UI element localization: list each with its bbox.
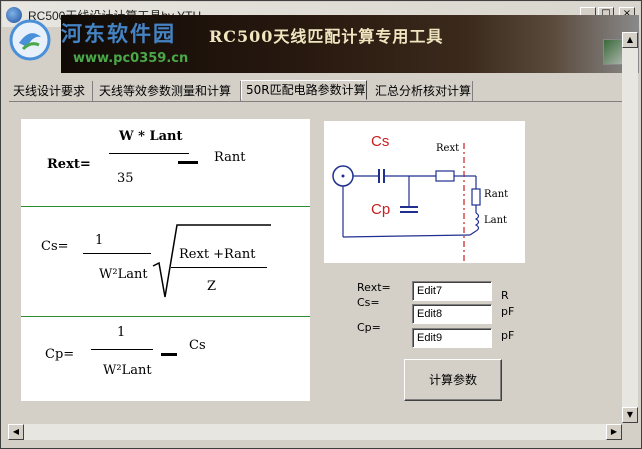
scroll-up-button[interactable]: ▲ [622,32,638,48]
cp-label: Cp= [357,321,381,334]
circuit-rext-label: Rext [436,143,460,154]
app-window: RC500天线设计计算工具by YTH _ □ × RC500天线匹配计算专用工… [0,0,642,449]
rext-formula-numerator: W * Lant [119,129,183,144]
cs-formula-lhs: Cs= [41,239,69,254]
circuit-lant-label: Lant [484,215,508,226]
horizontal-scrollbar[interactable]: ◀ ▶ [8,424,622,440]
calculate-button[interactable]: 计算参数 [404,359,502,401]
cs-sqrt-fraction-bar [171,267,267,268]
rext-fraction-bar [109,153,189,154]
rext-label: Rext= [357,281,391,294]
tab-summary-analysis[interactable]: 汇总分析核对计算 [371,81,473,101]
scroll-down-button[interactable]: ▼ [622,407,638,423]
cs-fraction-bar [83,253,151,254]
rext-formula-denominator: 35 [117,171,134,186]
rext-input[interactable]: Edit7 [412,281,492,301]
cp-input[interactable]: Edit9 [412,328,492,348]
formula-divider [21,316,310,317]
tab-design-requirements[interactable]: 天线设计要求 [9,81,93,101]
scroll-right-button[interactable]: ▶ [606,424,622,440]
cs-input[interactable]: Edit8 [412,304,492,324]
tab-equivalent-params[interactable]: 天线等效参数测量和计算 [95,81,241,101]
cp-formula-rhs: Cs [189,338,206,353]
cs-formula-numerator: 1 [95,233,104,248]
unit-pf-label: pF [501,329,515,342]
cs-label: Cs= [357,296,380,309]
banner-title: RC500天线匹配计算专用工具 [209,27,444,46]
circuit-cs-label: Cs [371,133,390,150]
cp-fraction-bar [91,349,153,350]
minus-sign [178,161,198,164]
cs-sqrt-denominator: Z [207,279,217,294]
rext-formula-rhs: Rant [214,150,246,165]
scroll-left-button[interactable]: ◀ [8,424,24,440]
circuit-cp-label: Cp [371,201,391,218]
watermark: 河东软件园 www.pc0359.cn [9,15,209,71]
watermark-name: 河东软件园 [61,22,176,46]
circuit-diagram: Cs Cp Rext Rant Lant [324,121,525,263]
watermark-logo-icon [9,19,51,61]
scrollbar-corner [622,424,638,440]
cs-formula-denominator: W²Lant [99,267,148,282]
unit-pf-label: pF [501,305,515,318]
formula-divider [21,206,310,207]
cp-formula-denominator: W²Lant [103,363,152,378]
vertical-scrollbar[interactable]: ▲ ▼ [622,32,638,423]
cp-formula-numerator: 1 [117,325,126,340]
formula-image: Rext= W * Lant 35 Rant Cs= 1 W²Lant Rext… [21,119,310,401]
tab-matching-circuit[interactable]: 50R匹配电路参数计算 [241,80,367,100]
circuit-rant-label: Rant [484,189,509,200]
minus-sign [161,353,177,356]
rext-formula-lhs: Rext= [47,157,91,172]
cp-formula-lhs: Cp= [45,347,75,362]
unit-r-label: R [501,289,509,302]
cs-sqrt-numerator: Rext +Rant [179,247,256,262]
watermark-url: www.pc0359.cn [73,51,189,66]
